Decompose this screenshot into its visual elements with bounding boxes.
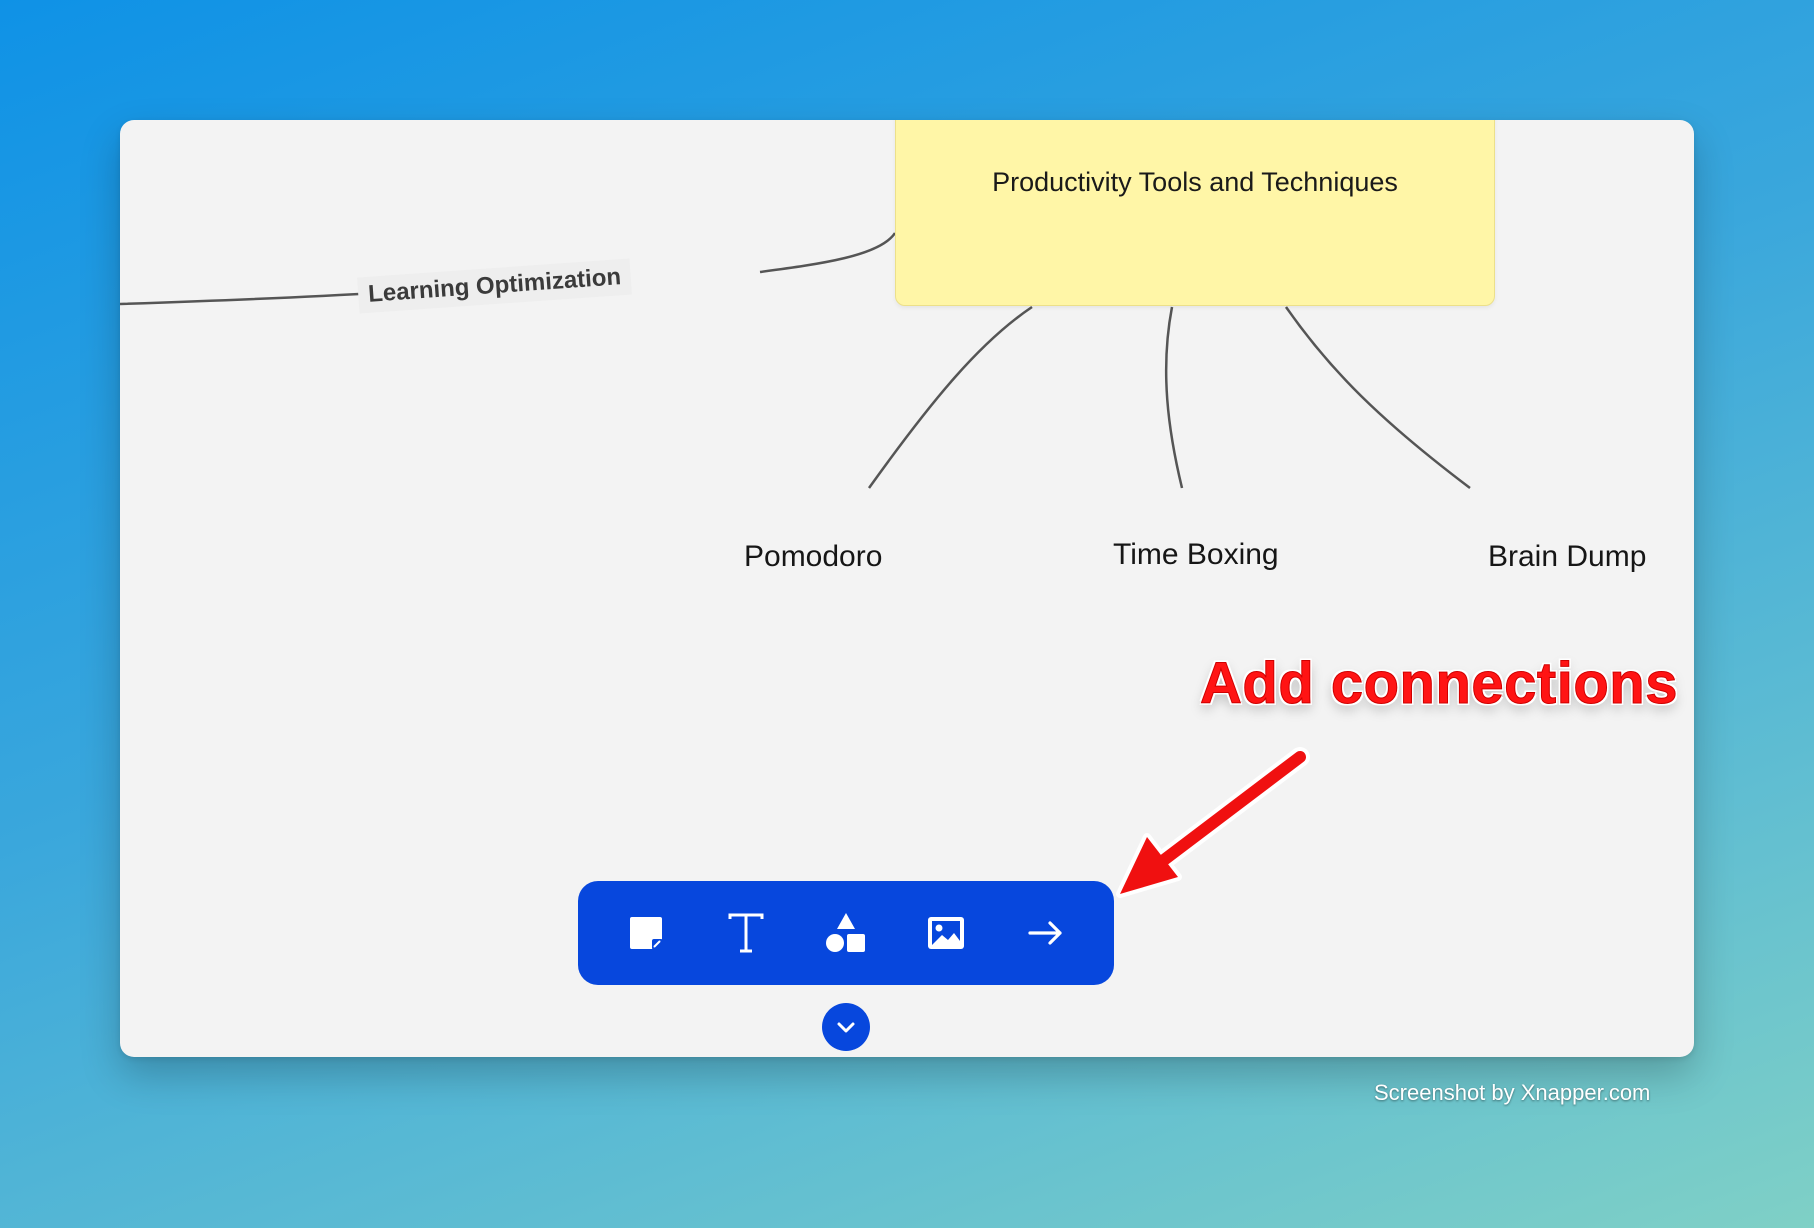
annotation-callout-text: Add connections xyxy=(1200,651,1678,717)
text-tool-button[interactable] xyxy=(711,898,781,968)
central-node-label: Productivity Tools and Techniques xyxy=(992,167,1398,197)
collapse-toolbar-button[interactable] xyxy=(822,1003,870,1051)
connector-tool-button[interactable] xyxy=(1011,898,1081,968)
connector-line-brain-dump xyxy=(1284,306,1471,489)
connector-line-time-boxing xyxy=(1164,306,1184,489)
bottom-toolbar xyxy=(578,881,1114,985)
connector-arrow-icon xyxy=(1028,921,1062,945)
watermark-text: Screenshot by Xnapper.com xyxy=(1374,1080,1651,1105)
node-brain-dump[interactable]: Brain Dump xyxy=(1488,540,1646,574)
connector-line-pomodoro xyxy=(867,305,1033,489)
shapes-tool-button[interactable] xyxy=(811,898,881,968)
central-sticky-note[interactable]: Productivity Tools and Techniques xyxy=(895,120,1495,306)
image-icon xyxy=(928,917,964,949)
node-pomodoro[interactable]: Pomodoro xyxy=(744,540,882,574)
whiteboard-window: Productivity Tools and Techniques Learni… xyxy=(120,120,1694,1057)
image-tool-button[interactable] xyxy=(911,898,981,968)
sticky-note-tool-button[interactable] xyxy=(611,898,681,968)
text-icon xyxy=(728,913,764,953)
sticky-note-icon xyxy=(630,917,662,949)
shapes-icon xyxy=(826,913,865,952)
chevron-down-icon xyxy=(837,1022,855,1033)
node-time-boxing[interactable]: Time Boxing xyxy=(1113,538,1279,572)
